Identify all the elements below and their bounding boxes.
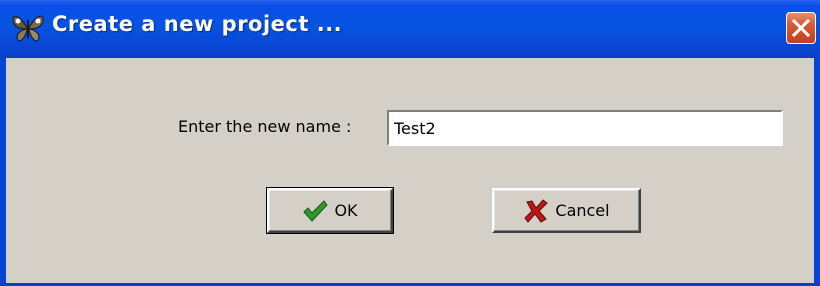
close-icon	[792, 19, 810, 37]
ok-button[interactable]: OK	[266, 187, 394, 234]
title-bar[interactable]: Create a new project ...	[0, 0, 820, 58]
name-label: Enter the new name :	[178, 117, 352, 136]
project-name-input[interactable]	[386, 109, 784, 147]
window-title: Create a new project ...	[52, 12, 343, 36]
checkmark-icon	[302, 199, 329, 223]
cancel-label: Cancel	[555, 201, 610, 220]
cancel-button[interactable]: Cancel	[492, 188, 641, 233]
dialog-body: Enter the new name : OK Cancel	[6, 58, 814, 283]
butterfly-icon	[10, 11, 46, 45]
x-mark-icon	[523, 198, 549, 223]
dialog-window: Create a new project ... Enter the new n…	[0, 0, 820, 286]
ok-label: OK	[334, 201, 358, 220]
close-button[interactable]	[786, 12, 816, 44]
